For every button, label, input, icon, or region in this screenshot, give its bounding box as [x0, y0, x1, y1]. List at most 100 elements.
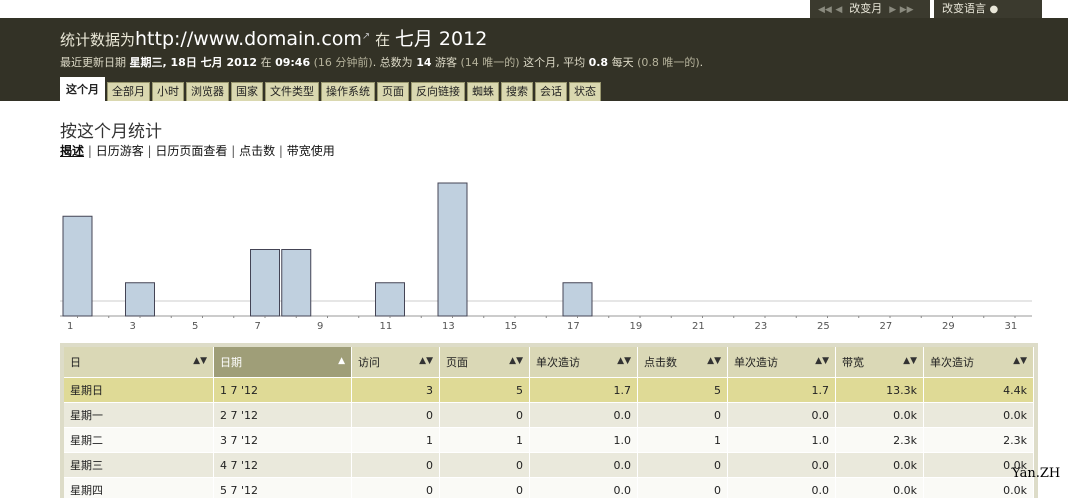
sub-navigation: 揭述 | 日历游客 | 日历页面查看 | 点击数 | 带宽使用	[60, 142, 335, 159]
cell-bandwidth: 13.3k	[836, 377, 924, 402]
table-row: 星期三 4 7 '12 0 0 0.0 0 0.0 0.0k 0.0k	[64, 452, 1034, 477]
month-switcher: ◀◀ ◀ 改变月 ▶ ▶▶	[810, 0, 930, 18]
last-month-icon[interactable]: ▶▶	[900, 5, 914, 15]
change-language-label[interactable]: 改变语言	[942, 2, 986, 15]
subnav-overview[interactable]: 揭述	[60, 144, 84, 158]
average-unique: (0.8 唯一的)	[637, 56, 700, 69]
cell-visits: 3	[352, 377, 440, 402]
header-label: 访问	[358, 356, 380, 369]
header-label: 页面	[446, 356, 468, 369]
x-tick-label: 3	[130, 321, 136, 332]
bar-day-17[interactable]	[562, 282, 593, 317]
column-header-visits[interactable]: 访问 ▲▼	[352, 347, 440, 377]
cell-date: 2 7 '12	[214, 402, 352, 427]
cell-visits: 0	[352, 477, 440, 498]
cell-hits-per-visit: 0.0	[728, 452, 836, 477]
x-tick-label: 21	[692, 321, 705, 332]
x-tick-label: 9	[317, 321, 323, 332]
header-label: 带宽	[842, 356, 864, 369]
summary-text: 每天	[608, 56, 638, 69]
summary-text: 这个月, 平均	[519, 56, 589, 69]
bar-day-11[interactable]	[375, 282, 405, 317]
header-label: 单次造访	[930, 356, 974, 369]
separator: |	[143, 144, 156, 158]
report-tabs: 这个月 全部月 小时 浏览器 国家 文件类型 操作系统 页面 反向链接 蜘蛛 搜…	[60, 77, 603, 101]
change-month-label[interactable]: 改变月	[849, 2, 882, 15]
tab-file-types[interactable]: 文件类型	[265, 82, 319, 101]
tab-spiders[interactable]: 蜘蛛	[467, 82, 499, 101]
cell-bandwidth: 0.0k	[836, 452, 924, 477]
separator: |	[84, 144, 96, 158]
bar-day-3[interactable]	[125, 282, 155, 317]
sort-both-icon: ▲▼	[707, 356, 721, 366]
cell-hits: 5	[638, 377, 728, 402]
next-month-icon[interactable]: ▶	[889, 5, 896, 15]
first-month-icon[interactable]: ◀◀	[818, 5, 832, 15]
title-in: 在	[375, 31, 391, 49]
header-label: 单次造访	[734, 356, 778, 369]
summary-text: . 总数为	[372, 56, 417, 69]
header-label: 单次造访	[536, 356, 580, 369]
language-switcher[interactable]: 改变语言 ●	[934, 0, 1042, 18]
header-label: 点击数	[644, 356, 677, 369]
x-tick-label: 17	[567, 321, 580, 332]
summary-text: .	[699, 56, 704, 69]
tab-hours[interactable]: 小时	[152, 82, 184, 101]
cell-pages-per-visit: 1.0	[530, 427, 638, 452]
tab-this-month[interactable]: 这个月	[60, 77, 105, 101]
minutes-ago: (16 分钟前)	[313, 56, 373, 69]
tab-operating-systems[interactable]: 操作系统	[321, 82, 375, 101]
subnav-hits[interactable]: 点击数	[239, 144, 275, 158]
tab-status[interactable]: 状态	[569, 82, 601, 101]
cell-hits-per-visit: 1.7	[728, 377, 836, 402]
column-header-day[interactable]: 日 ▲▼	[64, 347, 214, 377]
column-header-date[interactable]: 日期 ▲	[214, 347, 352, 377]
site-url-link[interactable]: http://www.domain.com	[135, 28, 362, 50]
x-tick-label: 27	[880, 321, 893, 332]
sort-both-icon: ▲▼	[193, 356, 207, 366]
column-header-hits-per-visit[interactable]: 单次造访 ▲▼	[728, 347, 836, 377]
tab-search[interactable]: 搜索	[501, 82, 533, 101]
external-link-icon[interactable]: ↗	[362, 31, 370, 42]
x-tick-label: 15	[505, 321, 518, 332]
cell-bandwidth: 2.3k	[836, 427, 924, 452]
tab-all-months[interactable]: 全部月	[107, 82, 150, 101]
tab-sessions[interactable]: 会话	[535, 82, 567, 101]
x-tick-label: 7	[255, 321, 261, 332]
cell-hits: 0	[638, 402, 728, 427]
separator: |	[227, 144, 240, 158]
tab-browsers[interactable]: 浏览器	[186, 82, 229, 101]
cell-date: 5 7 '12	[214, 477, 352, 498]
cell-pages-per-visit: 0.0	[530, 477, 638, 498]
cell-pages: 0	[440, 477, 530, 498]
top-strip: ◀◀ ◀ 改变月 ▶ ▶▶ 改变语言 ●	[0, 0, 1068, 18]
x-tick-label: 11	[380, 321, 393, 332]
bar-day-7[interactable]	[250, 249, 280, 317]
watermark: Yan.ZH	[1012, 466, 1061, 481]
sort-both-icon: ▲▼	[509, 356, 523, 366]
tab-pages[interactable]: 页面	[377, 82, 409, 101]
cell-pages-per-visit: 0.0	[530, 452, 638, 477]
column-header-pages[interactable]: 页面 ▲▼	[440, 347, 530, 377]
header-label: 日	[70, 356, 81, 369]
tab-countries[interactable]: 国家	[231, 82, 263, 101]
cell-date: 4 7 '12	[214, 452, 352, 477]
cell-day: 星期二	[64, 427, 214, 452]
cell-pages-per-visit: 0.0	[530, 402, 638, 427]
bar-day-1[interactable]	[62, 215, 93, 317]
subnav-bandwidth[interactable]: 带宽使用	[287, 144, 335, 158]
daily-stats-table: 日 ▲▼ 日期 ▲ 访问 ▲▼ 页面 ▲▼ 单次造访 ▲▼ 点击数 ▲▼ 单次造访 ▲▼ 带宽…	[60, 343, 1038, 498]
column-header-bandwidth[interactable]: 带宽 ▲▼	[836, 347, 924, 377]
prev-month-icon[interactable]: ◀	[835, 5, 842, 15]
subnav-calendar-visitors[interactable]: 日历游客	[96, 144, 144, 158]
column-header-hits[interactable]: 点击数 ▲▼	[638, 347, 728, 377]
cell-day: 星期三	[64, 452, 214, 477]
cell-bandwidth: 0.0k	[836, 477, 924, 498]
summary-text: 游客	[431, 56, 461, 69]
column-header-pages-per-visit[interactable]: 单次造访 ▲▼	[530, 347, 638, 377]
tab-referrers[interactable]: 反向链接	[411, 82, 465, 101]
bar-day-8[interactable]	[281, 249, 312, 317]
bar-day-13[interactable]	[437, 182, 468, 317]
column-header-bandwidth-per-visit[interactable]: 单次造访 ▲▼	[924, 347, 1034, 377]
subnav-calendar-pageviews[interactable]: 日历页面查看	[155, 144, 227, 158]
